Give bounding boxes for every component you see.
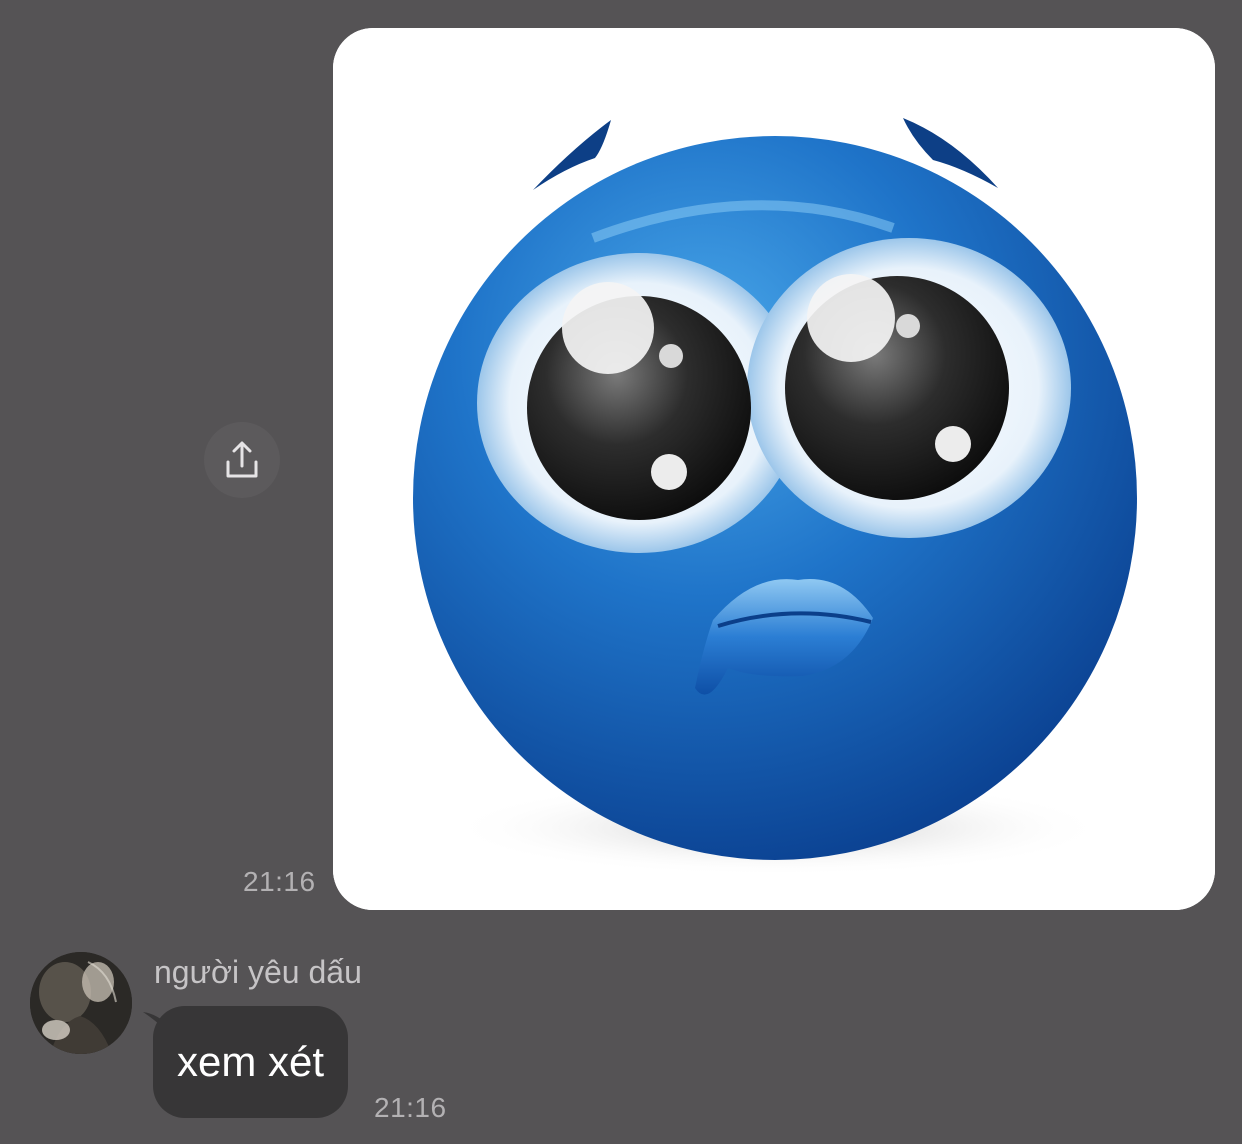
share-upload-icon	[226, 441, 258, 478]
incoming-message-text: xem xét	[177, 1038, 325, 1085]
incoming-message-bubble[interactable]: xem xét	[153, 1006, 349, 1118]
chat-conversation: 21:16 người yêu dấu xem xét 21:16	[0, 0, 1242, 1144]
sender-name: người yêu dấu	[154, 954, 362, 990]
image-message[interactable]	[333, 28, 1215, 910]
incoming-timestamp: 21:16	[374, 1092, 447, 1123]
crying-blue-emoji-image	[333, 28, 1215, 910]
outgoing-timestamp: 21:16	[243, 866, 316, 897]
contact-avatar[interactable]	[30, 952, 132, 1054]
contact-avatar-photo	[30, 952, 132, 1054]
share-button[interactable]	[204, 422, 280, 498]
